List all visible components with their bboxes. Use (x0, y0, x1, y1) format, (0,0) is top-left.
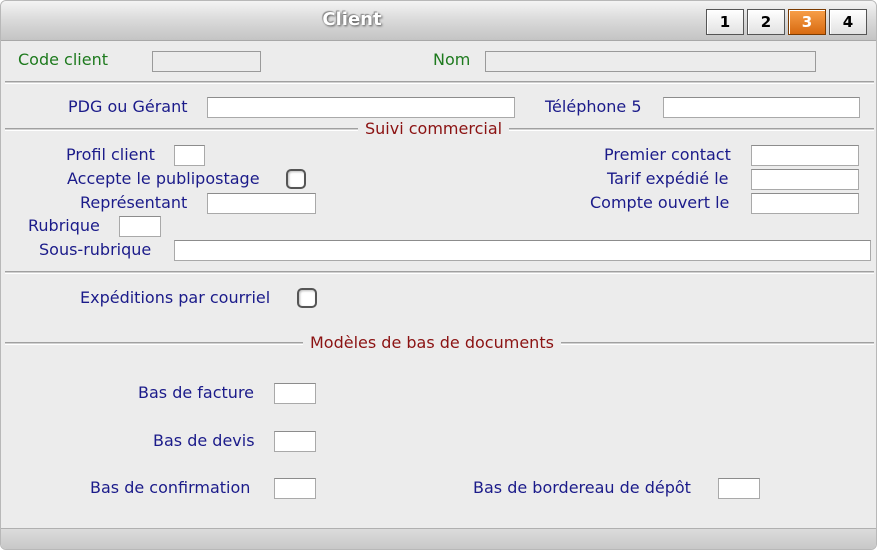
status-bar (1, 528, 876, 549)
compte-ouvert-label: Compte ouvert le (590, 193, 730, 212)
bas-confirmation-input[interactable] (275, 481, 315, 500)
pdg-field[interactable] (207, 97, 515, 119)
suivi-section-title: Suivi commercial (358, 119, 510, 139)
rubrique-label: Rubrique (28, 216, 100, 235)
code-client-field (152, 51, 261, 73)
representant-field[interactable] (207, 193, 316, 215)
rubrique-input[interactable] (120, 219, 160, 238)
publipostage-checkbox[interactable] (286, 169, 306, 189)
pdg-label: PDG ou Gérant (68, 97, 188, 116)
nom-label: Nom (433, 50, 471, 69)
tab-3[interactable]: 3 (788, 9, 826, 35)
sous-rubrique-input[interactable] (175, 243, 870, 262)
publipostage-label: Accepte le publipostage (67, 169, 260, 188)
bas-devis-field[interactable] (274, 431, 316, 453)
profil-client-label: Profil client (66, 145, 155, 164)
title-bar: Client 1 2 3 4 (1, 1, 876, 41)
bas-confirmation-field[interactable] (274, 478, 316, 500)
rubrique-field[interactable] (119, 216, 161, 238)
tarif-expedie-input[interactable] (752, 172, 858, 191)
tab-1[interactable]: 1 (706, 9, 744, 35)
bas-facture-input[interactable] (275, 386, 315, 405)
telephone5-label: Téléphone 5 (545, 97, 642, 116)
bas-bordereau-label: Bas de bordereau de dépôt (473, 478, 691, 497)
modeles-section-title: Modèles de bas de documents (303, 333, 561, 353)
profil-client-field[interactable] (174, 145, 205, 167)
bas-devis-input[interactable] (275, 434, 315, 453)
bas-facture-label: Bas de facture (138, 383, 255, 402)
separator-expeditions (5, 271, 874, 274)
compte-ouvert-field[interactable] (751, 193, 859, 215)
sous-rubrique-label: Sous-rubrique (39, 240, 152, 259)
nom-field (485, 51, 816, 73)
tarif-expedie-field[interactable] (751, 169, 859, 191)
representant-input[interactable] (208, 196, 315, 215)
compte-ouvert-input[interactable] (752, 196, 858, 215)
code-client-input (153, 54, 260, 73)
bas-bordereau-field[interactable] (718, 478, 760, 500)
window-title: Client (322, 9, 382, 30)
tab-2[interactable]: 2 (747, 9, 785, 35)
code-client-label: Code client (18, 50, 108, 69)
bas-bordereau-input[interactable] (719, 481, 759, 500)
telephone5-field[interactable] (663, 97, 860, 119)
bas-facture-field[interactable] (274, 383, 316, 405)
nom-input (486, 54, 815, 73)
tab-4[interactable]: 4 (829, 9, 867, 35)
premier-contact-field[interactable] (751, 145, 859, 167)
premier-contact-label: Premier contact (604, 145, 731, 164)
representant-label: Représentant (80, 193, 188, 212)
telephone5-input[interactable] (664, 100, 859, 119)
profil-client-input[interactable] (175, 148, 204, 167)
tarif-expedie-label: Tarif expédié le (607, 169, 729, 188)
sous-rubrique-field[interactable] (174, 240, 871, 262)
client-window: Client 1 2 3 4 Code client Nom PDG ou Gé… (0, 0, 877, 550)
premier-contact-input[interactable] (752, 148, 858, 167)
pdg-input[interactable] (208, 100, 514, 119)
expeditions-courriel-checkbox[interactable] (297, 288, 317, 308)
separator-header (5, 81, 874, 84)
bas-confirmation-label: Bas de confirmation (90, 478, 251, 497)
expeditions-courriel-label: Expéditions par courriel (80, 288, 271, 307)
bas-devis-label: Bas de devis (153, 431, 255, 450)
